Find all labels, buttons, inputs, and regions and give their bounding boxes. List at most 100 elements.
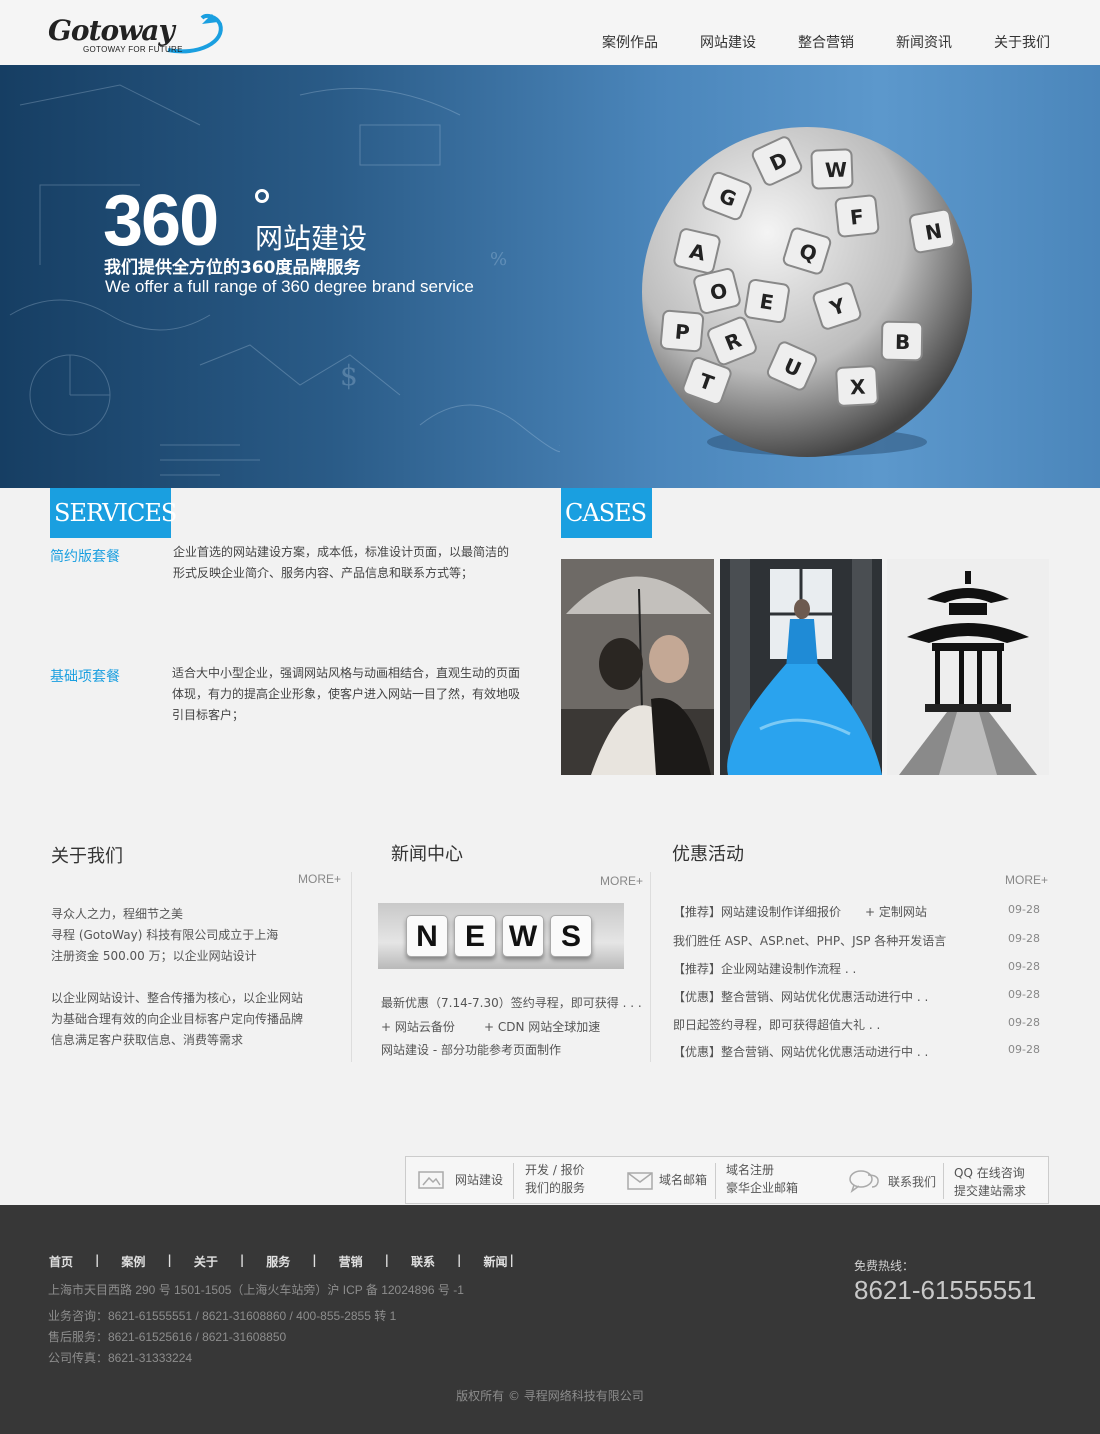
desc-line: 适合大中小型企业，强调网站风格与动画相结合，直观生动的页面: [172, 666, 521, 680]
banner-subtitle-cn: 我们提供全方位的360度品牌服务: [104, 258, 361, 278]
banner-subtitle-en: We offer a full range of 360 degree bran…: [105, 277, 474, 296]
case-image-blue-dress[interactable]: [720, 559, 882, 775]
chat-icon: [849, 1170, 879, 1193]
footer-nav-about[interactable]: 关于: [194, 1253, 218, 1270]
about-paragraph-1: 寻众人之力，程细节之美 寻程 (GotoWay) 科技有限公司成立于上海 注册资…: [51, 904, 278, 967]
service-bar-dev[interactable]: 开发 / 报价 我们的服务: [525, 1161, 585, 1197]
news-item-1[interactable]: 最新优惠（7.14-7.30）签约寻程，即可获得 . . .: [381, 994, 642, 1011]
footer-nav-separator: |: [167, 1253, 172, 1267]
footer-nav: 首页 | 案例 | 关于 | 服务 | 营销 | 联系 | 新闻 |: [49, 1253, 514, 1270]
footer-nav-separator: |: [509, 1253, 514, 1267]
promo-item-date: 09-28: [1008, 1043, 1040, 1056]
about-line: 信息满足客户获取信息、消费等需求: [51, 1033, 244, 1047]
about-line: 为基础合理有效的向企业目标客户定向传播品牌: [51, 1012, 304, 1026]
service-bar-divider: [943, 1163, 944, 1199]
about-line: 注册资金 500.00 万；以企业网站设计: [51, 949, 257, 963]
main-nav: 案例作品 网站建设 整合营销 新闻资讯 关于我们: [560, 32, 1050, 52]
service-standard-name[interactable]: 基础项套餐: [50, 666, 120, 686]
news-more-link[interactable]: MORE+: [600, 874, 643, 888]
desc-line: 企业首选的网站建设方案，成本低，标准设计页面，以最简洁的: [173, 545, 510, 559]
service-bar-line: QQ 在线咨询: [954, 1166, 1025, 1180]
footer-nav-service[interactable]: 服务: [266, 1253, 290, 1270]
svg-text:%: %: [490, 249, 507, 270]
logo[interactable]: Gotoway GOTOWAY FOR FUTURE: [48, 12, 223, 58]
promo-item[interactable]: 【推荐】网站建设制作详细报价 + 定制网站 09-28: [673, 903, 1048, 920]
nav-about[interactable]: 关于我们: [994, 32, 1050, 52]
news-die: S: [550, 915, 592, 957]
footer-nav-cases[interactable]: 案例: [121, 1253, 145, 1270]
degree-icon: [255, 189, 269, 203]
service-bar-website[interactable]: 网站建设: [455, 1171, 503, 1189]
site-header: Gotoway GOTOWAY FOR FUTURE 案例作品 网站建设 整合营…: [0, 0, 1100, 65]
about-paragraph-2: 以企业网站设计、整合传播为核心，以企业网站 为基础合理有效的向企业目标客户定向传…: [51, 988, 303, 1051]
news-die: N: [406, 915, 448, 957]
promo-item-date: 09-28: [1008, 1016, 1040, 1029]
footer-nav-separator: |: [239, 1253, 245, 1267]
service-bar-domain[interactable]: 域名注册 豪华企业邮箱: [726, 1161, 798, 1197]
service-bar: 网站建设 开发 / 报价 我们的服务 域名邮箱 域名注册 豪华企业邮箱 联系我们…: [405, 1156, 1049, 1204]
service-bar-line: 域名注册: [726, 1163, 775, 1177]
service-bar-line: 开发 / 报价: [525, 1163, 585, 1177]
about-title: 关于我们: [51, 846, 123, 867]
about-line: 寻众人之力，程细节之美: [51, 907, 184, 921]
promo-item-date: 09-28: [1008, 988, 1040, 1001]
nav-news[interactable]: 新闻资讯: [896, 32, 952, 52]
keycap-letter: P: [674, 319, 691, 344]
nav-cases[interactable]: 案例作品: [602, 32, 658, 52]
news-item-2a[interactable]: + 网站云备份: [381, 1018, 455, 1035]
website-icon: [418, 1171, 444, 1189]
footer-biz-phone: 业务咨询：8621-61555551 / 8621-31608860 / 400…: [48, 1309, 397, 1323]
case-image-couple[interactable]: [561, 559, 714, 775]
nav-website[interactable]: 网站建设: [700, 32, 756, 52]
promo-item-text: 【推荐】网站建设制作详细报价 + 定制网站: [673, 905, 927, 919]
svg-text:$: $: [340, 359, 358, 392]
promo-item[interactable]: 【推荐】企业网站建设制作流程 . . 09-28: [673, 960, 1048, 977]
footer-nav-separator: |: [312, 1253, 317, 1267]
case-image-pavilion[interactable]: [887, 559, 1049, 775]
footer-after-service: 售后服务：8621-61525616 / 8621-31608850: [48, 1330, 287, 1344]
service-bar-divider: [715, 1163, 716, 1199]
about-more-link[interactable]: MORE+: [298, 872, 341, 886]
footer-fax: 公司传真：8621-31333224: [48, 1351, 193, 1365]
promo-title: 优惠活动: [672, 844, 744, 865]
logo-text: Gotoway: [48, 14, 175, 47]
hotline-number[interactable]: 8621-61555551: [854, 1275, 1036, 1306]
promo-item[interactable]: 即日起签约寻程，即可获得超值大礼 . . 09-28: [673, 1016, 1048, 1033]
footer-nav-contact[interactable]: 联系: [411, 1253, 435, 1270]
news-image[interactable]: NEWS: [378, 903, 624, 969]
news-item-3[interactable]: 网站建设 - 部分功能参考页面制作: [381, 1041, 561, 1058]
footer-address: 上海市天目西路 290 号 1501-1505（上海火车站旁）沪 ICP 备 1…: [48, 1283, 464, 1297]
keycap-letter: B: [895, 330, 911, 354]
promo-more-link[interactable]: MORE+: [1005, 873, 1048, 887]
promo-item[interactable]: 【优惠】整合营销、网站优化优惠活动进行中 . . 09-28: [673, 988, 1048, 1005]
promo-item-text: 【推荐】企业网站建设制作流程 . .: [673, 962, 857, 976]
service-basic-desc: 企业首选的网站建设方案，成本低，标准设计页面，以最简洁的 形式反映企业简介、服务…: [173, 542, 533, 584]
footer-nav-home[interactable]: 首页: [49, 1253, 73, 1270]
logo-tagline: GOTOWAY FOR FUTURE: [83, 45, 183, 54]
promo-item[interactable]: 我们胜任 ASP、ASP.net、PHP、JSP 各种开发语言 09-28: [673, 932, 1048, 949]
service-standard-desc: 适合大中小型企业，强调网站风格与动画相结合，直观生动的页面 体现，有力的提高企业…: [172, 663, 532, 726]
service-basic-name[interactable]: 简约版套餐: [50, 546, 120, 566]
news-dice: NEWS: [406, 915, 592, 957]
copyright: 版权所有 © 寻程网络科技有限公司: [456, 1389, 644, 1403]
site-footer: 首页 | 案例 | 关于 | 服务 | 营销 | 联系 | 新闻 | 上海市天目西路 290 …: [0, 1205, 1100, 1434]
promo-item-text: 【优惠】整合营销、网站优化优惠活动进行中 . .: [673, 1045, 929, 1059]
service-bar-line: 我们的服务: [525, 1181, 586, 1195]
desc-line: 形式反映企业简介、服务内容、产品信息和联系方式等；: [173, 566, 474, 580]
footer-nav-news[interactable]: 新闻: [483, 1253, 507, 1270]
about-line: 以企业网站设计、整合传播为核心，以企业网站: [51, 991, 304, 1005]
service-bar-line: 提交建站需求: [954, 1184, 1027, 1198]
promo-item-date: 09-28: [1008, 960, 1040, 973]
nav-marketing[interactable]: 整合营销: [798, 32, 854, 52]
promo-item-text: 即日起签约寻程，即可获得超值大礼 . .: [673, 1018, 881, 1032]
service-bar-contact[interactable]: 联系我们: [888, 1173, 936, 1191]
mail-icon: [627, 1172, 653, 1190]
news-item-2b[interactable]: + CDN 网站全球加速: [484, 1018, 600, 1035]
service-bar-qq[interactable]: QQ 在线咨询 提交建站需求: [954, 1164, 1026, 1200]
promo-item[interactable]: 【优惠】整合营销、网站优化优惠活动进行中 . . 09-28: [673, 1043, 1048, 1060]
footer-nav-marketing[interactable]: 营销: [339, 1253, 363, 1270]
banner-title: 网站建设: [255, 222, 368, 255]
service-bar-mail[interactable]: 域名邮箱: [659, 1171, 707, 1189]
column-divider: [351, 872, 352, 1062]
footer-nav-separator: |: [95, 1253, 100, 1267]
